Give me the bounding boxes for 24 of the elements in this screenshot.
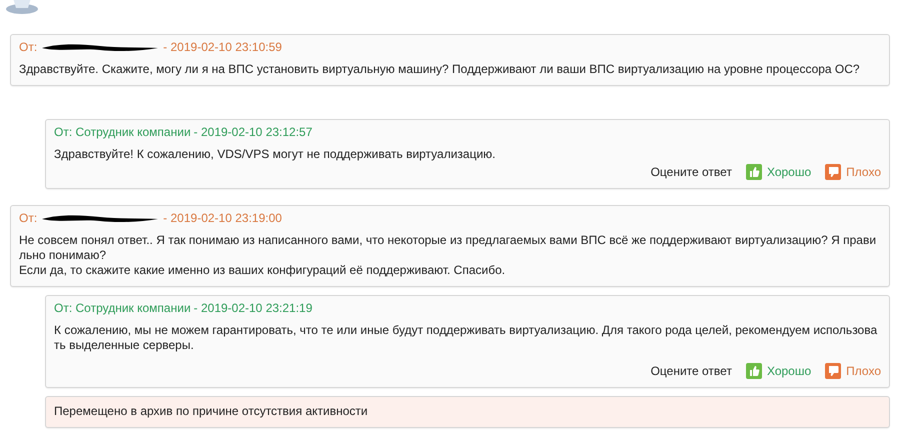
message-text: К сожалению, мы не можем гарантировать, что те или иные будут поддерживать виртуализацию. Для такого рода целей, рекомендуем использовать выделенные серверы. bbox=[54, 323, 878, 354]
message-text: Здравствуйте! К сожалению, VDS/VPS могут не поддерживать виртуализацию. bbox=[54, 147, 497, 162]
message-date: - 2019-02-10 23:19:00 bbox=[163, 211, 282, 225]
message-author: От: Сотрудник компании bbox=[54, 301, 191, 315]
thumbs-down-icon bbox=[825, 164, 842, 180]
rate-prompt: Оцените ответ bbox=[650, 165, 732, 179]
rate-prompt: Оцените ответ bbox=[650, 364, 732, 378]
message-date: - 2019-02-10 23:21:19 bbox=[194, 301, 312, 315]
support-icon bbox=[5, 0, 39, 14]
message-author: От: bbox=[19, 40, 38, 54]
message-date: - 2019-02-10 23:12:57 bbox=[194, 125, 312, 139]
bad-rating-button[interactable]: Плохо bbox=[825, 164, 881, 180]
message-author: От: Сотрудник компании bbox=[54, 125, 191, 139]
message-text: Не совсем понял ответ.. Я так понимаю из написанного вами, что некоторые из предлагаемых вами ВПС всё же поддерживают виртуализацию? Я правильно понимаю? Если да, то скажите какие именно из ваших конфигураций её поддерживают. Спасибо. bbox=[19, 233, 878, 278]
bad-rating-button[interactable]: Плохо bbox=[825, 363, 881, 379]
message-text: Здравствуйте. Скажите, могу ли я на ВПС установить виртуальную машину? Поддерживают ли ваши ВПС виртуализацию на уровне процессора ОС? bbox=[19, 62, 861, 77]
message-date: - 2019-02-10 23:10:59 bbox=[163, 40, 282, 54]
thumbs-up-icon bbox=[746, 363, 762, 379]
notice-text: Перемещено в архив по причине отсутствия активности bbox=[54, 404, 369, 419]
thumbs-down-icon bbox=[825, 363, 842, 379]
good-rating-button[interactable]: Хорошо bbox=[746, 164, 812, 180]
good-rating-button[interactable]: Хорошо bbox=[746, 363, 812, 379]
thumbs-up-icon bbox=[746, 164, 762, 180]
message-author: От: bbox=[19, 211, 38, 225]
